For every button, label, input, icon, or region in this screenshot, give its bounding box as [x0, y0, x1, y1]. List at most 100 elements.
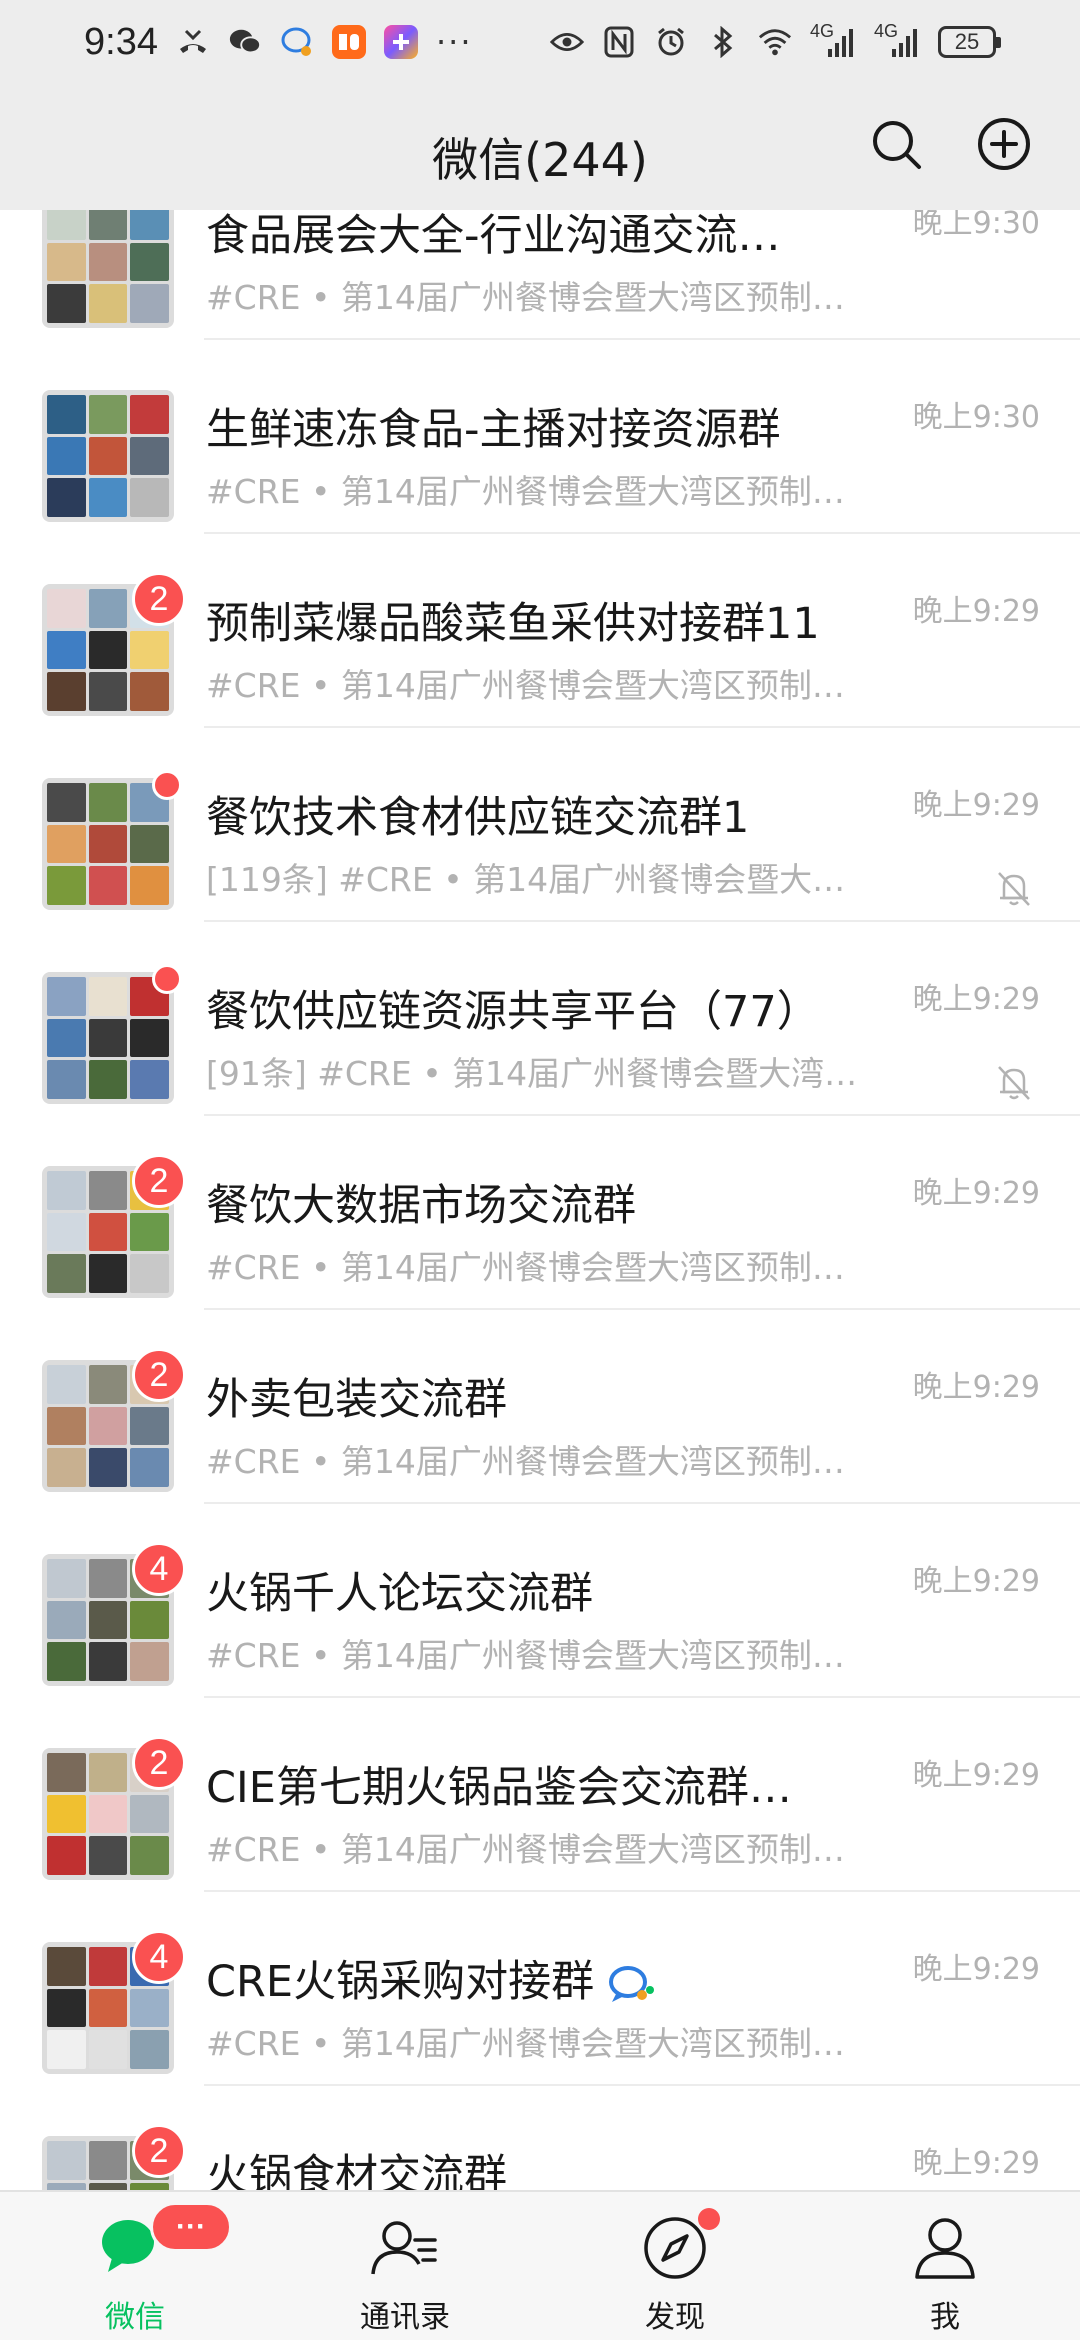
chat-title: 外卖包装交流群 [206, 1370, 886, 1430]
group-avatar[interactable] [42, 210, 174, 328]
avatar-tile [88, 1018, 128, 1058]
mute-bell-icon [994, 868, 1034, 908]
chat-row[interactable]: 2 预制菜爆品酸菜鱼采供对接群11 #CRE • 第14届广州餐博会暨大湾区预制… 晚… [0, 534, 1080, 728]
avatar-tile [47, 1559, 86, 1598]
avatar-tile [130, 210, 169, 240]
avatar-tile [88, 1600, 128, 1640]
avatar-tile [88, 824, 128, 864]
avatar-tile [88, 284, 128, 323]
avatar-tile [88, 1753, 128, 1792]
avatar-tile [47, 2141, 86, 2180]
chat-row[interactable]: 食品展会大全-行业沟通交流… #CRE • 第14届广州餐博会暨大湾区预制… 晚上9… [0, 210, 1080, 340]
tab-discover-dot [698, 2208, 720, 2230]
chat-title: CRE火锅采购对接群 [206, 1952, 886, 2012]
last-message-preview: #CRE • 第14届广州餐博会暨大湾区预制… [206, 1636, 845, 1675]
avatar-tile [88, 210, 128, 240]
avatar-tile [47, 1448, 86, 1487]
avatar-tile [130, 1988, 169, 2028]
group-avatar[interactable] [42, 778, 174, 910]
chat-title-text: 预制菜爆品酸菜鱼采供对接群11 [206, 599, 820, 649]
avatar-tile [130, 242, 169, 282]
avatar-tile [88, 783, 128, 822]
avatar-tile [130, 1212, 169, 1252]
chat-row[interactable]: 2火锅食材交流群#CRE • 第14届广州餐博会暨大湾区预制…晚上9:29 [0, 2086, 1080, 2190]
group-avatar[interactable] [42, 390, 174, 522]
chat-title-text: 餐饮大数据市场交流群 [206, 1181, 636, 1231]
wechat-screen: 9:34 ··· 4G 4G 25 微信(244) 食品展会大全-行业沟通交流…… [0, 0, 1080, 2340]
avatar-tile [88, 1642, 128, 1681]
avatar-tile [130, 2182, 169, 2190]
avatar-tile [130, 436, 169, 476]
chat-title-text: 食品展会大全-行业沟通交流… [206, 211, 781, 261]
add-button[interactable] [972, 112, 1036, 176]
search-icon [873, 121, 921, 169]
avatar-tile [88, 395, 128, 434]
chat-row[interactable]: 餐饮技术食材供应链交流群1 [119条] #CRE • 第14届广州餐博会暨大… 晚… [0, 728, 1080, 922]
chat-title-text: 餐饮供应链资源共享平台（77） [206, 987, 820, 1037]
chat-row[interactable]: 4 火锅千人论坛交流群 #CRE • 第14届广州餐博会暨大湾区预制… 晚上9:29 [0, 1504, 1080, 1698]
avatar-tile [88, 1365, 128, 1404]
chat-row[interactable]: 餐饮供应链资源共享平台（77） [91条] #CRE • 第14届广州餐博会暨大湾… [0, 922, 1080, 1116]
wechat-notification-icon [228, 25, 262, 59]
avatar-tile [47, 210, 86, 240]
avatar-tile [88, 1448, 128, 1487]
chat-title: 火锅食材交流群 [206, 2146, 886, 2190]
status-time: 9:34 [84, 20, 158, 63]
wifi-icon [758, 25, 792, 59]
chat-row[interactable]: 生鲜速冻食品-主播对接资源群 #CRE • 第14届广州餐博会暨大湾区预制… 晚上9… [0, 340, 1080, 534]
chat-title: 餐饮技术食材供应链交流群1 [206, 788, 886, 848]
avatar-tile [47, 284, 86, 323]
avatar-tile [130, 395, 169, 434]
status-left: 9:34 ··· [84, 21, 472, 64]
avatar-tile [47, 395, 86, 434]
avatar-tile [47, 1018, 86, 1058]
avatar-tile [47, 436, 86, 476]
avatar-tile [47, 1947, 86, 1986]
battery-indicator: 25 [938, 26, 1001, 58]
profile-icon [907, 2210, 983, 2286]
group-avatar[interactable] [42, 972, 174, 1104]
avatar-tile [130, 672, 169, 711]
avatar-tile [47, 1212, 86, 1252]
search-button[interactable] [864, 112, 928, 176]
message-time: 晚上9:29 [912, 594, 1040, 629]
last-message-preview: [91条] #CRE • 第14届广州餐博会暨大湾… [206, 1054, 858, 1093]
chat-row[interactable]: 4 CRE火锅采购对接群 #CRE • 第14届广州餐博会暨大湾区预制… 晚上9:29 [0, 1892, 1080, 2086]
chat-list[interactable]: 食品展会大全-行业沟通交流… #CRE • 第14届广州餐博会暨大湾区预制… 晚上9… [0, 210, 1080, 2190]
chat-title: 餐饮大数据市场交流群 [206, 1176, 886, 1236]
chat-title-text: 外卖包装交流群 [206, 1375, 507, 1425]
bottom-tab-bar: 微信 ··· 通讯录 发现 我 [0, 2190, 1080, 2340]
unread-badge: 4 [132, 1542, 186, 1596]
top-bar: 微信(244) [0, 84, 1080, 210]
avatar-tile [88, 1947, 128, 1986]
avatar-tile [47, 242, 86, 282]
avatar-tile [47, 1365, 86, 1404]
unread-badge: 2 [132, 2124, 186, 2178]
message-time: 晚上9:29 [912, 982, 1040, 1017]
enterprise-chat-icon [280, 25, 314, 59]
avatar-tile [47, 1060, 86, 1099]
avatar-tile [88, 672, 128, 711]
tab-label-me: 我 [930, 2300, 960, 2335]
unread-badge: 2 [132, 572, 186, 626]
contacts-icon [367, 2210, 443, 2286]
tab-me[interactable]: 我 [810, 2192, 1080, 2340]
chat-row[interactable]: 2 CIE第七期火锅品鉴会交流群… #CRE • 第14届广州餐博会暨大湾区预制… 晚… [0, 1698, 1080, 1892]
avatar-tile [88, 242, 128, 282]
avatar-tile [130, 2030, 169, 2069]
tab-chats[interactable]: 微信 ··· [0, 2192, 270, 2340]
nfc-icon [602, 25, 636, 59]
avatar-tile [130, 630, 169, 670]
avatar-tile [130, 1254, 169, 1293]
tab-discover[interactable]: 发现 [540, 2192, 810, 2340]
avatar-tile [88, 2030, 128, 2069]
avatar-tile [47, 589, 86, 628]
chat-row[interactable]: 2 餐饮大数据市场交流群 #CRE • 第14届广州餐博会暨大湾区预制… 晚上9:29 [0, 1116, 1080, 1310]
avatar-tile [47, 1254, 86, 1293]
last-message-preview: #CRE • 第14届广州餐博会暨大湾区预制… [206, 472, 845, 511]
chat-row[interactable]: 2 外卖包装交流群 #CRE • 第14届广州餐博会暨大湾区预制… 晚上9:29 [0, 1310, 1080, 1504]
tab-contacts[interactable]: 通讯录 [270, 2192, 540, 2340]
chat-title-text: CRE火锅采购对接群 [206, 1957, 595, 2007]
last-message-preview: #CRE • 第14届广州餐博会暨大湾区预制… [206, 1248, 845, 1287]
avatar-tile [47, 630, 86, 670]
